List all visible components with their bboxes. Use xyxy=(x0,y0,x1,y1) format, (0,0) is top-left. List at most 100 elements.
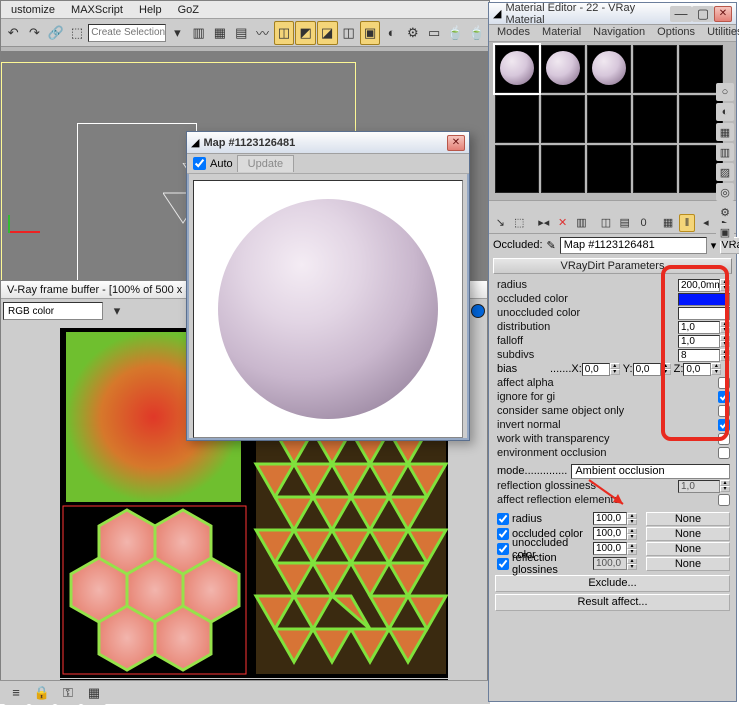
override-occ-input[interactable] xyxy=(593,527,627,540)
radius-input[interactable] xyxy=(678,279,720,292)
material-slot[interactable] xyxy=(587,95,631,143)
material-editor-titlebar[interactable]: ◢ Material Editor - 22 - VRay Material —… xyxy=(489,3,736,25)
align-icon[interactable]: ▦ xyxy=(210,21,230,45)
occ-map-button[interactable]: None xyxy=(646,527,730,541)
result-affect-button[interactable]: Result affect... xyxy=(495,594,730,611)
angle-snap-icon[interactable]: ◩ xyxy=(295,21,316,45)
work-transp-checkbox[interactable] xyxy=(718,433,730,445)
make-unique-icon[interactable]: ◫ xyxy=(598,214,615,232)
unocc-map-button[interactable]: None xyxy=(646,542,730,556)
script-icon[interactable]: ≡ xyxy=(4,681,28,705)
show-end-result-icon[interactable]: ‖ xyxy=(679,214,696,232)
override-refl-checkbox[interactable] xyxy=(497,558,509,570)
dope-icon[interactable]: ▦ xyxy=(82,681,106,705)
maximize-button[interactable]: ▢ xyxy=(692,6,714,22)
map-name-dropdown[interactable] xyxy=(560,237,707,254)
channel-dropdown-icon[interactable]: ▾ xyxy=(105,299,129,323)
render-frame-icon[interactable]: ▭ xyxy=(424,21,444,45)
slot-scrollbar[interactable] xyxy=(489,200,736,212)
spinner-snap-icon[interactable]: ◫ xyxy=(339,21,359,45)
sample-uv-icon[interactable]: ▥ xyxy=(716,143,734,161)
put-to-scene-icon[interactable]: ⬚ xyxy=(511,214,528,232)
rollout-header[interactable]: VRayDirt Parameters xyxy=(493,258,732,274)
snap-toggle-icon[interactable]: ◫ xyxy=(274,21,295,45)
menu-modes[interactable]: Modes xyxy=(491,25,536,41)
ignore-gi-checkbox[interactable] xyxy=(718,391,730,403)
material-slot[interactable] xyxy=(495,45,539,93)
redo-icon[interactable]: ↷ xyxy=(24,21,44,45)
menu-navigation[interactable]: Navigation xyxy=(587,25,651,41)
preview-icon[interactable]: ◎ xyxy=(716,183,734,201)
map-dialog-titlebar[interactable]: ◢ Map #1123126481 ✕ xyxy=(187,132,469,154)
env-occ-checkbox[interactable] xyxy=(718,447,730,459)
close-button[interactable]: ✕ xyxy=(714,6,732,22)
minimize-button[interactable]: — xyxy=(670,6,692,22)
update-button[interactable]: Update xyxy=(237,155,294,172)
lock-icon[interactable]: 🔒 xyxy=(30,681,54,705)
material-slot[interactable] xyxy=(633,45,677,93)
channel-dropdown[interactable] xyxy=(3,302,103,320)
layers-icon[interactable]: ▤ xyxy=(231,21,251,45)
curve-icon[interactable]: 〰 xyxy=(252,21,272,45)
bias-x-input[interactable] xyxy=(582,363,610,376)
menu-maxscript[interactable]: MAXScript xyxy=(63,2,131,18)
show-map-icon[interactable]: ▦ xyxy=(660,214,677,232)
affect-alpha-checkbox[interactable] xyxy=(718,377,730,389)
bias-y-input[interactable] xyxy=(633,363,661,376)
selection-set-input[interactable] xyxy=(88,24,166,42)
material-slot[interactable] xyxy=(495,95,539,143)
close-button[interactable]: ✕ xyxy=(447,135,465,151)
menu-options[interactable]: Options xyxy=(651,25,701,41)
falloff-input[interactable] xyxy=(678,335,720,348)
selection-set-dropdown[interactable] xyxy=(88,24,166,42)
mode-dropdown[interactable] xyxy=(571,464,730,479)
distribution-input[interactable] xyxy=(678,321,720,334)
selection-icon[interactable]: ⬚ xyxy=(67,21,87,45)
material-slot[interactable] xyxy=(495,145,539,193)
put-library-icon[interactable]: ▤ xyxy=(616,214,633,232)
menu-help[interactable]: Help xyxy=(131,2,170,18)
material-slot[interactable] xyxy=(541,95,585,143)
editpoly-icon[interactable]: ▣ xyxy=(360,21,381,45)
material-slot[interactable] xyxy=(541,145,585,193)
refl-map-button[interactable]: None xyxy=(646,557,730,571)
auto-checkbox[interactable] xyxy=(193,157,206,170)
undo-icon[interactable]: ↶ xyxy=(3,21,23,45)
get-material-icon[interactable]: ↘ xyxy=(492,214,509,232)
go-parent-icon[interactable]: ◂ xyxy=(697,214,714,232)
override-occ-checkbox[interactable] xyxy=(497,528,509,540)
percent-snap-icon[interactable]: ◪ xyxy=(317,21,338,45)
override-radius-input[interactable] xyxy=(593,512,627,525)
material-slot[interactable] xyxy=(633,95,677,143)
eyedropper-icon[interactable]: ✎ xyxy=(547,239,556,252)
teapot-icon[interactable]: 🍵 xyxy=(445,21,465,45)
spinner-buttons[interactable]: ▴▾ xyxy=(720,279,730,291)
backlight-icon[interactable]: ◐ xyxy=(716,103,734,121)
material-slot[interactable] xyxy=(587,145,631,193)
menu-goz[interactable]: GoZ xyxy=(170,2,207,18)
occluded-color-swatch[interactable] xyxy=(678,293,730,306)
material-slot[interactable] xyxy=(541,45,585,93)
menu-material[interactable]: Material xyxy=(536,25,587,41)
reset-icon[interactable]: ✕ xyxy=(554,214,571,232)
options-icon[interactable]: ⚙ xyxy=(716,203,734,221)
sample-type-icon[interactable]: ○ xyxy=(716,83,734,101)
assign-icon[interactable]: ▸◂ xyxy=(535,214,552,232)
consider-same-checkbox[interactable] xyxy=(718,405,730,417)
background-icon[interactable]: ▦ xyxy=(716,123,734,141)
override-radius-checkbox[interactable] xyxy=(497,513,509,525)
matid-icon[interactable]: 0 xyxy=(635,214,652,232)
menu-utilities[interactable]: Utilities xyxy=(701,25,739,41)
menu-customize[interactable]: ustomize xyxy=(3,2,63,18)
blue-channel-icon[interactable] xyxy=(471,304,485,318)
material-slot[interactable] xyxy=(587,45,631,93)
affect-refl-checkbox[interactable] xyxy=(718,494,730,506)
radius-map-button[interactable]: None xyxy=(646,512,730,526)
select-by-mat-icon[interactable]: ▣ xyxy=(716,223,734,241)
unoccluded-color-swatch[interactable] xyxy=(678,307,730,320)
material-slot[interactable] xyxy=(633,145,677,193)
invert-normal-checkbox[interactable] xyxy=(718,419,730,431)
render-setup-icon[interactable]: ⚙ xyxy=(403,21,423,45)
link-icon[interactable]: 🔗 xyxy=(46,21,66,45)
mirror-icon[interactable]: ▥ xyxy=(188,21,208,45)
